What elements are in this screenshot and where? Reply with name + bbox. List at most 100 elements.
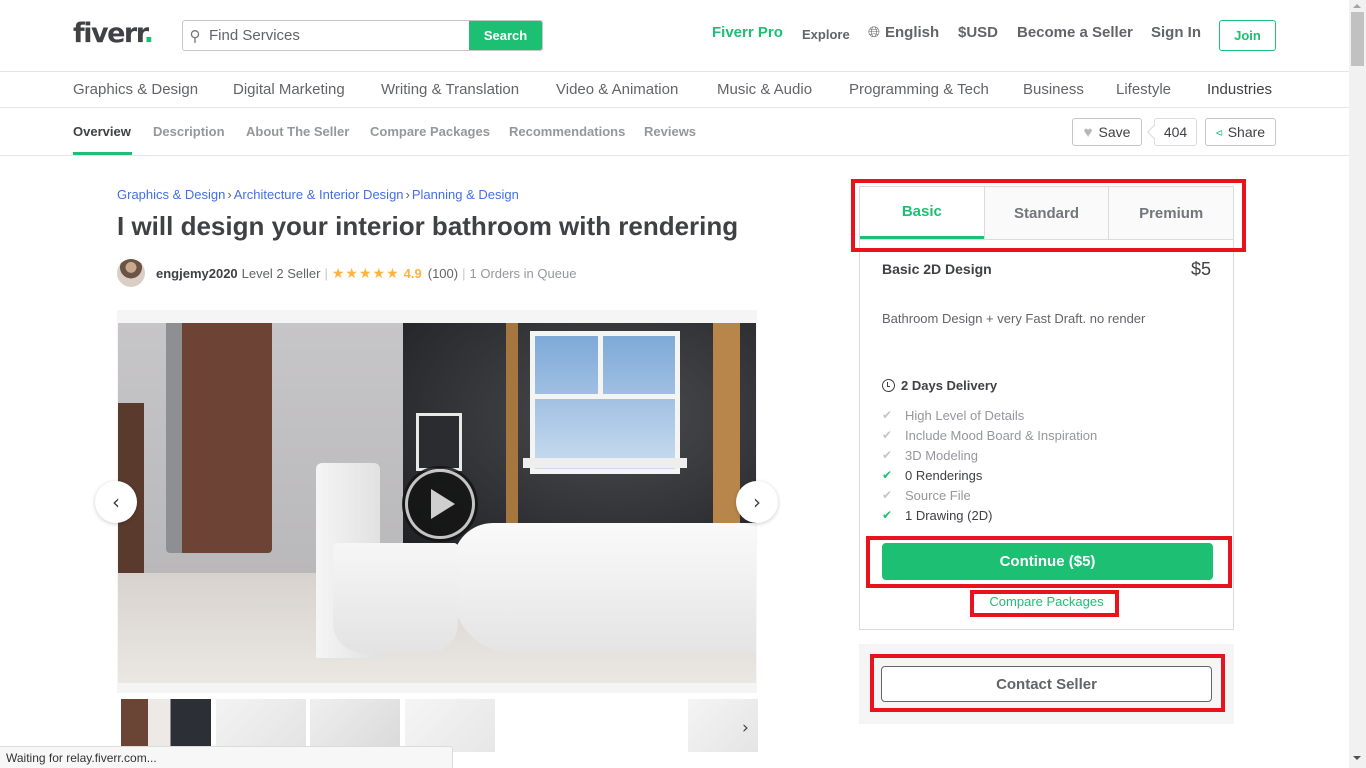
scroll-down-arrow-icon[interactable] [1353, 756, 1361, 760]
share-button[interactable]: ⪦ Share [1205, 118, 1276, 146]
scrollbar-thumb[interactable] [1351, 12, 1364, 66]
thumbnail[interactable] [216, 699, 306, 752]
gallery-prev-button[interactable]: ‹ [95, 481, 137, 523]
category-music-audio[interactable]: Music & Audio [717, 81, 812, 98]
package-name: Basic 2D Design [882, 261, 992, 277]
search-input[interactable] [207, 21, 469, 50]
feature-item: ✔ High Level of Details [882, 405, 1097, 425]
tab-about-seller[interactable]: About The Seller [246, 124, 349, 139]
category-digital-marketing[interactable]: Digital Marketing [233, 81, 345, 98]
category-business[interactable]: Business [1023, 81, 1084, 98]
contact-seller-button[interactable]: Contact Seller [881, 666, 1212, 702]
top-header: fiverr. ⚲ Search Fiverr Pro Explore 🌐︎En… [0, 0, 1349, 72]
package-tab-standard[interactable]: Standard [983, 187, 1109, 239]
search-icon: ⚲ [189, 27, 201, 45]
share-icon: ⪦ [1215, 124, 1223, 139]
category-industries[interactable]: Industries [1207, 81, 1272, 98]
play-video-button[interactable] [405, 469, 475, 539]
checkmark-icon: ✔ [882, 448, 893, 462]
breadcrumb-separator: › [227, 187, 232, 202]
feature-label: 0 Renderings [905, 467, 983, 483]
star-rating: ★★★★★ [332, 265, 400, 282]
sign-in-link[interactable]: Sign In [1151, 24, 1201, 41]
image-window [530, 331, 680, 474]
star-icon: ★ [331, 264, 346, 281]
gig-gallery [117, 310, 757, 693]
language-selector[interactable]: 🌐︎ English [868, 24, 939, 41]
gallery-main-image[interactable] [118, 323, 756, 683]
gig-title: I will design your interior bathroom wit… [117, 211, 739, 241]
breadcrumb-item[interactable]: Graphics & Design [117, 187, 225, 202]
thumbnail[interactable] [310, 699, 400, 752]
seller-username[interactable]: engjemy2020 [156, 266, 238, 281]
breadcrumb-separator: › [405, 187, 410, 202]
image-cabinet [166, 323, 272, 553]
thumbnail[interactable] [121, 699, 211, 752]
category-programming-tech[interactable]: Programming & Tech [849, 81, 989, 98]
save-button[interactable]: ♥ Save [1072, 118, 1142, 146]
feature-label: High Level of Details [905, 407, 1025, 423]
chevron-right-icon: › [742, 718, 749, 738]
breadcrumb-item[interactable]: Planning & Design [412, 187, 519, 202]
seller-avatar[interactable] [117, 259, 145, 287]
join-button[interactable]: Join [1219, 20, 1276, 51]
page-scrollbar[interactable] [1349, 0, 1366, 768]
compare-packages-label[interactable]: Compare Packages [989, 594, 1103, 609]
page: fiverr. ⚲ Search Fiverr Pro Explore 🌐︎En… [0, 0, 1349, 768]
chevron-right-icon: › [753, 490, 761, 514]
review-count[interactable]: (100) [428, 266, 458, 281]
tab-recommendations[interactable]: Recommendations [509, 124, 625, 139]
heart-icon: ♥ [1083, 123, 1093, 141]
chevron-left-icon: ‹ [112, 490, 120, 514]
star-icon: ★ [345, 264, 359, 281]
fiverr-pro-link[interactable]: Fiverr Pro [712, 24, 783, 41]
fiverr-logo[interactable]: fiverr. [73, 18, 154, 49]
contact-seller-section: Contact Seller [859, 644, 1234, 724]
thumbnails-next-button[interactable]: › [742, 718, 749, 738]
browser-status-bar: Waiting for relay.fiverr.com... [0, 746, 453, 768]
seller-overview: engjemy2020 Level 2 Seller | ★★★★★ 4.9 (… [117, 259, 576, 287]
package-features: ✔ High Level of Details ✔ Include Mood Boar… [882, 405, 1097, 525]
feature-label: 3D Modeling [905, 447, 978, 463]
breadcrumb: Graphics & Design › Architecture & Interio… [117, 187, 519, 202]
become-seller-link[interactable]: Become a Seller [1017, 24, 1133, 41]
globe-icon: 🌐︎ [868, 24, 881, 41]
feature-item: ✔ 1 Drawing (2D) [882, 505, 1097, 525]
currency-selector[interactable]: $USD [958, 24, 998, 41]
category-writing-translation[interactable]: Writing & Translation [381, 81, 519, 98]
star-icon: ★ [386, 264, 400, 281]
search-button[interactable]: Search [469, 21, 542, 50]
tab-overview[interactable]: Overview [73, 124, 131, 139]
category-lifestyle[interactable]: Lifestyle [1116, 81, 1171, 98]
category-graphics-design[interactable]: Graphics & Design [73, 81, 198, 98]
save-label: Save [1098, 124, 1131, 140]
feature-item: ✔ 0 Renderings [882, 465, 1097, 485]
continue-button[interactable]: Continue ($5) [882, 543, 1213, 580]
search-bar: ⚲ Search [182, 20, 543, 51]
category-nav: Graphics & Design Digital Marketing Writ… [0, 72, 1349, 108]
package-tab-premium[interactable]: Premium [1108, 187, 1234, 239]
tab-description[interactable]: Description [153, 124, 225, 139]
play-icon [431, 489, 455, 519]
feature-item: ✔ 3D Modeling [882, 445, 1097, 465]
divider: | [462, 265, 466, 281]
image-niche [416, 413, 462, 471]
gallery-next-button[interactable]: › [736, 481, 778, 523]
star-icon: ★ [358, 264, 373, 281]
scroll-up-arrow-icon[interactable] [1353, 4, 1361, 8]
thumbnail[interactable] [405, 699, 495, 752]
divider: | [324, 265, 328, 281]
package-tab-basic[interactable]: Basic [860, 187, 984, 239]
orders-in-queue: 1 Orders in Queue [469, 265, 577, 281]
breadcrumb-item[interactable]: Architecture & Interior Design [234, 187, 404, 202]
delivery-time: 2 Days Delivery [882, 378, 997, 393]
image-sill [523, 458, 687, 468]
package-description: Bathroom Design + very Fast Draft. no re… [882, 311, 1146, 326]
compare-packages-link[interactable]: Compare Packages [860, 594, 1233, 609]
package-tabs: Basic Standard Premium [860, 187, 1234, 240]
checkmark-icon: ✔ [882, 408, 893, 422]
tab-reviews[interactable]: Reviews [644, 124, 696, 139]
tab-compare-packages[interactable]: Compare Packages [370, 124, 490, 139]
explore-link[interactable]: Explore [802, 27, 850, 42]
category-video-animation[interactable]: Video & Animation [556, 81, 678, 98]
